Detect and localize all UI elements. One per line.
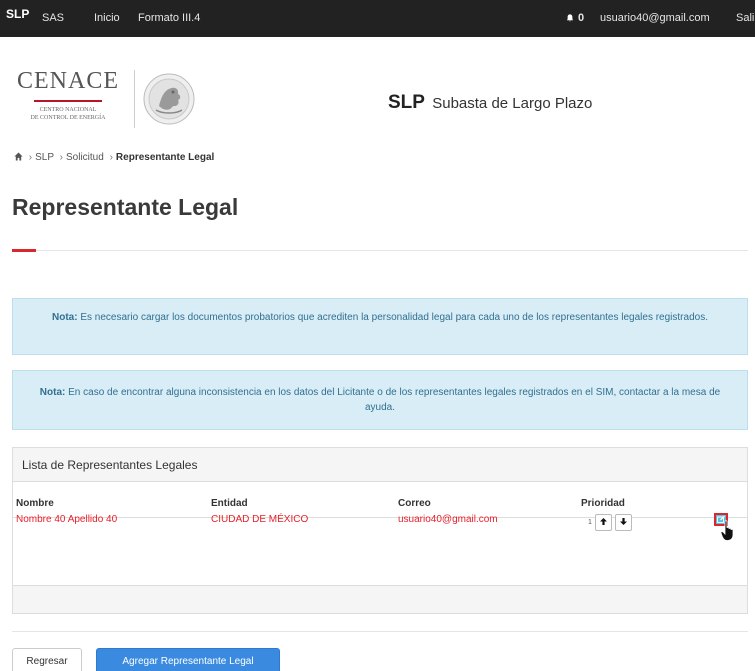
app-name: Subasta de Largo Plazo — [432, 95, 593, 112]
representatives-panel: Lista de Representantes Legales Nombre E… — [12, 447, 748, 614]
column-header-nombre: Nombre — [16, 498, 54, 509]
notifications[interactable]: 0 — [566, 0, 584, 37]
back-button[interactable]: Regresar — [12, 648, 82, 671]
cell-correo: usuario40@gmail.com — [398, 514, 498, 525]
breadcrumb-item-slp[interactable]: SLP — [35, 152, 54, 163]
note-label: Nota: — [39, 387, 66, 398]
move-up-button[interactable] — [595, 514, 612, 531]
add-representative-button[interactable]: Agregar Representante Legal — [96, 648, 280, 671]
info-note-documents: Nota: Es necesario cargar los documentos… — [12, 298, 748, 355]
mexico-seal-icon — [143, 73, 195, 125]
bell-icon — [566, 14, 574, 22]
logo-sub-line1: Centro Nacional — [39, 107, 97, 113]
cell-prioridad: 1 — [588, 519, 592, 526]
page-title: Representante Legal — [12, 194, 239, 220]
top-navbar: SLP SAS Inicio Formato III.4 0 usuario40… — [0, 0, 755, 37]
arrow-up-icon — [600, 518, 607, 525]
info-note-inconsistency: Nota: En caso de encontrar alguna incons… — [12, 370, 748, 430]
cenace-logo: CENACE Centro Nacional de Control de Ene… — [12, 68, 124, 128]
arrow-down-icon — [620, 518, 627, 525]
logout-link[interactable]: Sali — [736, 0, 754, 37]
breadcrumb-separator: › — [59, 152, 63, 163]
user-email[interactable]: usuario40@gmail.com — [600, 0, 710, 37]
logo-word: CENACE — [17, 68, 119, 94]
notification-count: 0 — [578, 12, 585, 24]
breadcrumb: › SLP › Solicitud › Representante Legal — [14, 152, 214, 163]
breadcrumb-separator: › — [109, 152, 113, 163]
table-header-divider — [13, 517, 747, 518]
panel-footer — [13, 585, 747, 613]
navbar-link-inicio[interactable]: Inicio — [94, 0, 120, 37]
cell-nombre: Nombre 40 Apellido 40 — [16, 514, 118, 525]
logo-sub-line2: de Control de Energía — [30, 115, 106, 121]
navbar-link-formato[interactable]: Formato III.4 — [138, 0, 200, 37]
move-down-button[interactable] — [615, 514, 632, 531]
home-icon[interactable] — [14, 152, 23, 161]
breadcrumb-separator: › — [28, 152, 33, 163]
column-header-prioridad: Prioridad — [581, 498, 625, 509]
navbar-brand[interactable]: SLP — [6, 0, 29, 33]
logo-underline — [34, 100, 102, 102]
title-accent-bar — [12, 249, 36, 252]
note-text: En caso de encontrar alguna inconsistenc… — [68, 387, 721, 413]
hand-pointer-icon — [720, 520, 734, 541]
column-header-entidad: Entidad — [211, 498, 248, 509]
breadcrumb-item-solicitud[interactable]: Solicitud — [66, 152, 104, 163]
app-abbr: SLP — [388, 92, 425, 113]
cell-entidad: CIUDAD DE MÉXICO — [211, 514, 309, 525]
column-header-correo: Correo — [398, 498, 431, 509]
app-title: SLP Subasta de Largo Plazo — [388, 92, 592, 114]
breadcrumb-current: Representante Legal — [115, 152, 215, 163]
bottom-divider — [12, 631, 748, 632]
logo-subtitle: Centro Nacional de Control de Energía — [12, 106, 124, 122]
title-divider — [12, 250, 748, 251]
panel-title: Lista de Representantes Legales — [13, 448, 747, 482]
note-label: Nota: — [52, 312, 78, 323]
logo-divider — [134, 70, 135, 128]
note-text: Es necesario cargar los documentos proba… — [80, 312, 708, 323]
navbar-link-sas[interactable]: SAS — [42, 0, 64, 37]
